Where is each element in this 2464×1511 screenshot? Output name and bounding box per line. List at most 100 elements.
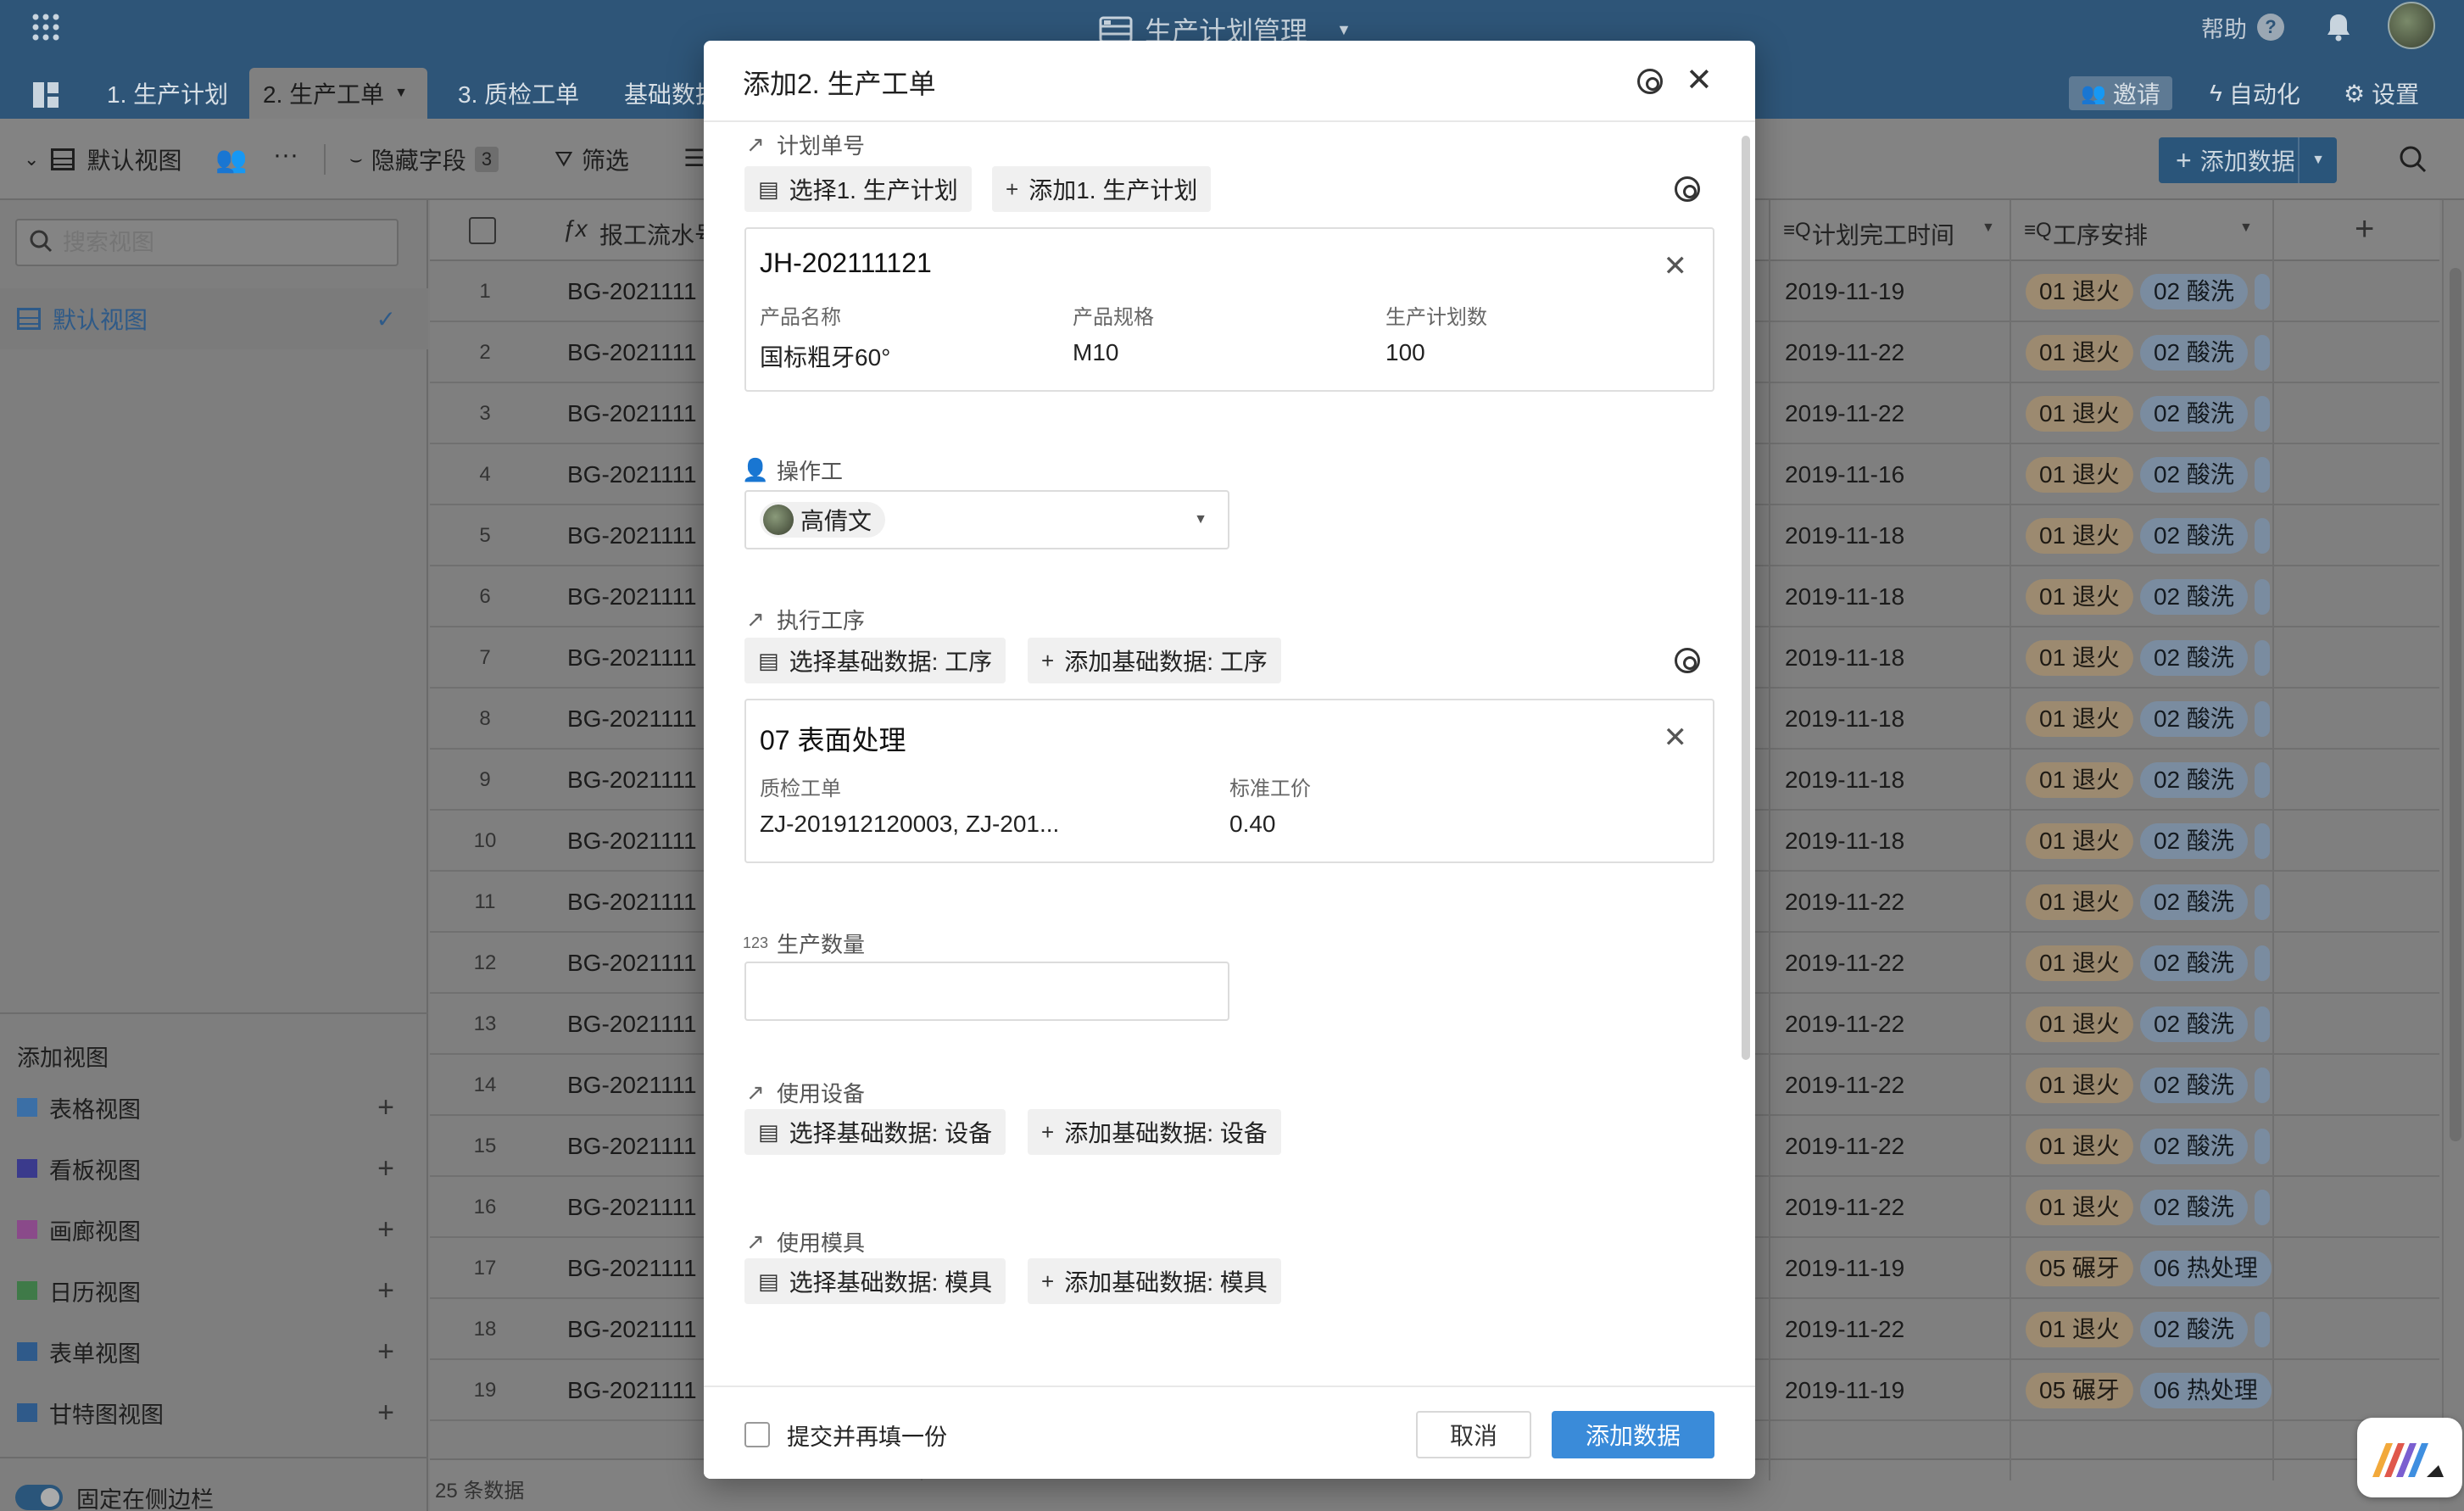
add-data-button[interactable]: + 添加数据 ▼ — [2159, 137, 2337, 183]
cell-plan-finish[interactable]: 2019-11-19 — [1785, 261, 2005, 322]
add-data-dropdown[interactable]: ▼ — [2298, 137, 2337, 183]
resubmit-checkbox[interactable] — [744, 1422, 770, 1447]
cell-plan-finish[interactable]: 2019-11-22 — [1785, 383, 2005, 444]
cell-process[interactable]: 01 退火 02 酸洗 — [2026, 994, 2277, 1055]
cell-plan-finish[interactable]: 2019-11-18 — [1785, 689, 2005, 750]
avatar[interactable] — [2388, 2, 2435, 49]
cell-process[interactable]: 01 退火 02 酸洗 — [2026, 566, 2277, 627]
add-gallery-view[interactable]: 画廊视图 + — [0, 1199, 428, 1260]
select-process-button[interactable]: ▤ 选择基础数据: 工序 — [744, 638, 1006, 683]
app-grid-icon[interactable] — [31, 12, 61, 42]
cell-process[interactable]: 01 退火 02 酸洗 — [2026, 933, 2277, 994]
cell-plan-finish[interactable]: 2019-11-22 — [1785, 994, 2005, 1055]
cell-process[interactable]: 01 退火 02 酸洗 — [2026, 322, 2277, 383]
column-header-plan-finish[interactable]: 计划完工时间 — [1812, 217, 1954, 251]
add-column-button[interactable]: + — [2355, 210, 2374, 248]
select-equipment-button[interactable]: ▤ 选择基础数据: 设备 — [744, 1109, 1006, 1155]
column-header-serial[interactable]: 报工流水号 — [599, 217, 718, 251]
cell-process[interactable]: 01 退火 02 酸洗 — [2026, 811, 2277, 872]
view-search-box[interactable] — [15, 219, 399, 266]
search-icon[interactable] — [2396, 142, 2430, 176]
invite-button[interactable]: 👥 邀请 — [2069, 76, 2172, 110]
cell-plan-finish[interactable]: 2019-11-22 — [1785, 933, 2005, 994]
cell-process[interactable]: 01 退火 02 酸洗 — [2026, 1055, 2277, 1116]
automation-button[interactable]: ϟ 自动化 — [2210, 76, 2300, 110]
grid-scrollbar[interactable] — [2450, 268, 2461, 1141]
resubmit-option[interactable]: 提交并再填一份 — [744, 1419, 947, 1450]
cell-plan-finish[interactable]: 2019-11-18 — [1785, 627, 2005, 689]
vika-logo-badge[interactable] — [2357, 1418, 2462, 1497]
add-kanban-view[interactable]: 看板视图 + — [0, 1138, 428, 1199]
sort-icon[interactable]: ☰ — [683, 144, 705, 172]
sidebar-item-default-view[interactable]: 默认视图 ✓ — [0, 288, 428, 349]
add-process-button[interactable]: + 添加基础数据: 工序 — [1028, 638, 1281, 683]
gear-icon[interactable] — [1637, 69, 1663, 94]
close-icon[interactable]: ✕ — [1664, 721, 1688, 755]
cell-process[interactable]: 01 退火 02 酸洗 — [2026, 750, 2277, 811]
cell-process[interactable]: 01 退火 02 酸洗 — [2026, 689, 2277, 750]
add-calendar-view[interactable]: 日历视图 + — [0, 1260, 428, 1321]
operator-select[interactable]: 高倩文 ▼ — [744, 490, 1229, 549]
gear-icon[interactable] — [1675, 176, 1700, 202]
cell-process[interactable]: 01 退火 02 酸洗 — [2026, 627, 2277, 689]
more-options-button[interactable]: ··· — [273, 141, 298, 170]
add-equipment-button[interactable]: + 添加基础数据: 设备 — [1028, 1109, 1281, 1155]
linked-record-card-process[interactable]: 07 表面处理 ✕ 质检工单 ZJ-201912120003, ZJ-201..… — [744, 699, 1714, 863]
add-table-view[interactable]: 表格视图 + — [0, 1077, 428, 1138]
cell-plan-finish[interactable]: 2019-11-22 — [1785, 1299, 2005, 1360]
cell-plan-finish[interactable]: 2019-11-18 — [1785, 811, 2005, 872]
modal-scrollbar[interactable] — [1742, 136, 1750, 1060]
close-icon[interactable]: ✕ — [1664, 249, 1688, 283]
cell-process[interactable]: 01 退火 02 酸洗 — [2026, 444, 2277, 505]
layout-toggle-icon[interactable] — [31, 80, 61, 110]
cell-process[interactable]: 01 退火 02 酸洗 — [2026, 505, 2277, 566]
cell-plan-finish[interactable]: 2019-11-22 — [1785, 1055, 2005, 1116]
cell-process[interactable]: 01 退火 02 酸洗 — [2026, 261, 2277, 322]
bell-icon[interactable] — [2323, 10, 2354, 44]
gear-icon[interactable] — [1675, 648, 1700, 673]
add-mold-button[interactable]: + 添加基础数据: 模具 — [1028, 1258, 1281, 1304]
column-header-process[interactable]: 工序安排 — [2053, 217, 2148, 251]
submit-button[interactable]: 添加数据 — [1552, 1411, 1714, 1458]
cell-process[interactable]: 05 碾牙 06 热处理 — [2026, 1238, 2277, 1299]
cell-process[interactable]: 01 退火 02 酸洗 — [2026, 872, 2277, 933]
cell-plan-finish[interactable]: 2019-11-22 — [1785, 1177, 2005, 1238]
tab-work-order[interactable]: 2. 生产工单 ▼ — [249, 68, 427, 119]
tab-inspection-order[interactable]: 3. 质检工单 — [444, 68, 593, 119]
add-gantt-view[interactable]: 甘特图视图 + — [0, 1382, 428, 1443]
pin-sidebar-toggle[interactable]: 固定在侧边栏 — [15, 1482, 214, 1511]
chevron-down-icon[interactable]: ▼ — [1982, 220, 1995, 236]
hide-fields-button[interactable]: ⌣ 隐藏字段 3 — [349, 142, 499, 176]
cell-process[interactable]: 01 退火 02 酸洗 — [2026, 383, 2277, 444]
cell-plan-finish[interactable]: 2019-11-16 — [1785, 444, 2005, 505]
filter-button[interactable]: ⛛ 筛选 — [555, 142, 629, 176]
linked-record-card-plan[interactable]: JH-202111121 ✕ 产品名称 国标粗牙60° 产品规格 M10 生产计… — [744, 227, 1714, 392]
help-link[interactable]: 帮助 ? — [2201, 10, 2284, 44]
cancel-button[interactable]: 取消 — [1416, 1411, 1531, 1458]
cell-process[interactable]: 05 碾牙 06 热处理 — [2026, 1360, 2277, 1421]
close-icon[interactable]: ✕ — [1686, 61, 1713, 99]
settings-button[interactable]: ⚙ 设置 — [2344, 76, 2419, 110]
cell-plan-finish[interactable]: 2019-11-18 — [1785, 566, 2005, 627]
cell-plan-finish[interactable]: 2019-11-22 — [1785, 872, 2005, 933]
collaborators-icon[interactable]: 👥 — [215, 144, 248, 175]
cell-process[interactable]: 01 退火 02 酸洗 — [2026, 1299, 2277, 1360]
select-mold-button[interactable]: ▤ 选择基础数据: 模具 — [744, 1258, 1006, 1304]
add-plan-button[interactable]: + 添加1. 生产计划 — [992, 166, 1212, 212]
view-selector[interactable]: ⌄ 默认视图 — [24, 142, 181, 176]
cell-process[interactable]: 01 退火 02 酸洗 — [2026, 1116, 2277, 1177]
view-search-input[interactable] — [63, 229, 385, 256]
cell-process[interactable]: 01 退火 02 酸洗 — [2026, 1177, 2277, 1238]
cell-plan-finish[interactable]: 2019-11-22 — [1785, 322, 2005, 383]
cell-plan-finish[interactable]: 2019-11-22 — [1785, 1116, 2005, 1177]
toggle-switch[interactable] — [15, 1485, 63, 1510]
cell-plan-finish[interactable]: 2019-11-18 — [1785, 750, 2005, 811]
cell-plan-finish[interactable]: 2019-11-19 — [1785, 1360, 2005, 1421]
tab-production-plan[interactable]: 1. 生产计划 — [93, 68, 242, 119]
add-form-view[interactable]: 表单视图 + — [0, 1321, 428, 1382]
chevron-down-icon[interactable]: ▼ — [2239, 220, 2253, 236]
select-all-checkbox[interactable] — [469, 217, 496, 244]
select-plan-button[interactable]: ▤ 选择1. 生产计划 — [744, 166, 972, 212]
quantity-input[interactable] — [744, 962, 1229, 1021]
cell-plan-finish[interactable]: 2019-11-18 — [1785, 505, 2005, 566]
